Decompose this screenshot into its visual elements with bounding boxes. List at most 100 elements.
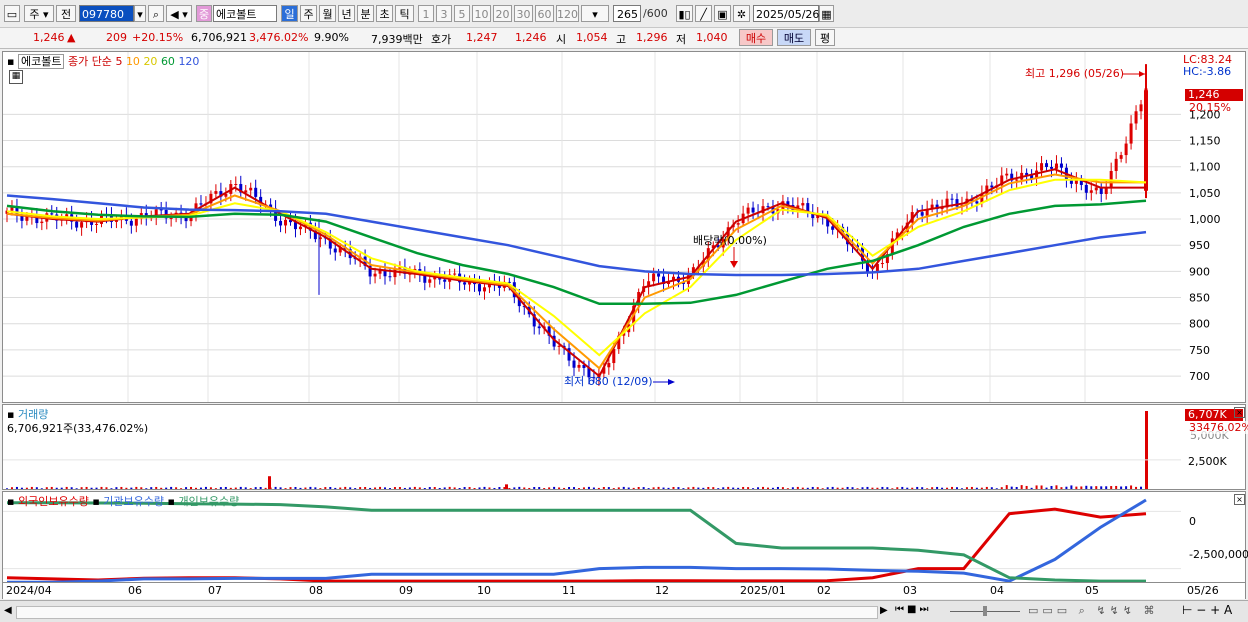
volume-bar [204, 486, 207, 489]
interval-week[interactable]: 주 [300, 5, 317, 22]
volume-bar [219, 487, 222, 489]
buy-button[interactable]: 매수 [739, 29, 773, 46]
table-icon[interactable]: ▦ [9, 70, 23, 84]
gear-icon[interactable]: ✲ [733, 5, 750, 22]
stock-badge: 중 [196, 5, 212, 22]
scroll-left-icon[interactable]: ◀ [4, 605, 12, 616]
candle-body [1054, 163, 1058, 169]
candle-body [1124, 143, 1128, 156]
calendar-icon[interactable]: ▦ [819, 5, 834, 22]
quote-change-pct: +20.15% [132, 31, 184, 44]
volume-bar [1025, 485, 1028, 489]
scroll-right-icon[interactable]: ▶ [880, 605, 888, 616]
code-dropdown-icon[interactable]: ▾ [134, 5, 146, 22]
holding-close-icon[interactable]: × [1234, 494, 1245, 505]
date-input[interactable]: 2025/05/26 [753, 5, 819, 22]
sell-button[interactable]: 매도 [777, 29, 811, 46]
volume-bar [364, 487, 367, 489]
volume-bar [776, 486, 779, 489]
volume-bar [931, 487, 934, 489]
candle-body [129, 220, 133, 226]
volume-bar [553, 486, 556, 489]
volume-bar [369, 487, 372, 489]
playback-icons[interactable]: ⏮■⏭ [895, 604, 931, 615]
volume-bar [712, 487, 715, 489]
volume-bar [1140, 486, 1143, 489]
count-input[interactable]: 265 [613, 5, 641, 22]
period-select[interactable]: 주 ▾ [24, 5, 54, 22]
zoom-controls[interactable]: ⊢ − + A [1182, 603, 1232, 617]
candle-body [537, 326, 541, 329]
ma-label-5: 5 [115, 55, 123, 68]
layout-icons[interactable]: ▭▭▭ ⌕ ↯↯↯ ⌘ [1028, 604, 1158, 618]
candle-body [333, 248, 337, 253]
volume-bar [946, 487, 949, 489]
volume-close-icon[interactable]: × [1234, 407, 1245, 418]
price-name-tag[interactable]: 에코볼트 [17, 54, 65, 69]
quote-turnover: 9.90% [314, 31, 349, 44]
volume-bar [443, 487, 446, 489]
volume-bar [766, 487, 769, 489]
eval-button[interactable]: 평 [815, 29, 835, 46]
candle-body [80, 222, 84, 228]
volume-bar [866, 486, 869, 489]
num-button-5[interactable]: 5 [454, 5, 470, 22]
num-button-60[interactable]: 60 [535, 5, 554, 22]
toolbar: ▭ 주 ▾ 전 097780 ▾ ⌕ ◀ ▾ 중 에코볼트 일 주 월 년 분 … [0, 0, 1248, 28]
volume-bar [1055, 485, 1058, 489]
price-panel: 1,200 1,150 1,100 1,050 1,000 950 900 850 800 750… [2, 51, 1246, 403]
volume-spike [268, 476, 271, 489]
interval-year[interactable]: 년 [338, 5, 355, 22]
low-arrow-head [668, 379, 675, 385]
stock-code-input[interactable]: 097780 [79, 5, 134, 22]
volume-bar [831, 486, 834, 489]
sound-icon[interactable]: ◀ ▾ [166, 5, 192, 22]
volume-bar [801, 487, 804, 489]
candle-body [40, 221, 44, 224]
ma-label-10: 10 [125, 55, 140, 68]
volume-bar [563, 487, 566, 489]
volume-bar [796, 486, 799, 489]
prev-button[interactable]: 전 [56, 5, 76, 22]
num-button-10[interactable]: 10 [472, 5, 491, 22]
x-tick: 07 [208, 584, 222, 597]
volume-bar [533, 487, 536, 489]
num-button-1[interactable]: 1 [418, 5, 434, 22]
num-button-20[interactable]: 20 [493, 5, 512, 22]
interval-month[interactable]: 월 [319, 5, 336, 22]
scroll-track[interactable] [16, 606, 878, 619]
volume-bar [468, 487, 471, 489]
volume-bar [45, 487, 48, 489]
save-icon[interactable]: ▣ [714, 5, 731, 22]
volume-bar [697, 487, 700, 489]
candle-body [1114, 158, 1118, 171]
volume-bar [821, 488, 824, 489]
interval-day[interactable]: 일 [281, 5, 298, 22]
stock-name-field[interactable]: 에코볼트 [213, 5, 277, 22]
num-button-30[interactable]: 30 [514, 5, 533, 22]
volume-bar [314, 487, 317, 489]
candle-body [1045, 163, 1049, 167]
custom-period-select[interactable]: ▾ [581, 5, 609, 22]
candle-icon[interactable]: ▮▯ [676, 5, 693, 22]
draw-icon[interactable]: ╱ [695, 5, 712, 22]
num-button-3[interactable]: 3 [436, 5, 452, 22]
volume-bar [195, 487, 198, 489]
interval-minute[interactable]: 분 [357, 5, 374, 22]
interval-tick[interactable]: 틱 [395, 5, 414, 22]
zoom-slider-handle[interactable] [983, 606, 987, 616]
y-tick-label: 1,150 [1189, 135, 1221, 148]
volume-value: 6,706,921주(33,476.02%) [7, 422, 149, 435]
y-tick-label: 1,050 [1189, 187, 1221, 200]
x-tick: 05/26 [1187, 584, 1219, 597]
price-chart: 1,2001,1501,1001,0501,000950900850800750… [3, 52, 1221, 402]
interval-second[interactable]: 초 [376, 5, 393, 22]
num-button-120[interactable]: 120 [556, 5, 579, 22]
volume-bar [742, 486, 745, 489]
volume-bar [398, 487, 401, 489]
y-tick-label: 950 [1189, 239, 1210, 252]
window-menu-icon[interactable]: ▭ [4, 5, 20, 22]
search-icon[interactable]: ⌕ [148, 5, 164, 22]
volume-bar [508, 488, 511, 489]
volume-bar [319, 488, 322, 489]
